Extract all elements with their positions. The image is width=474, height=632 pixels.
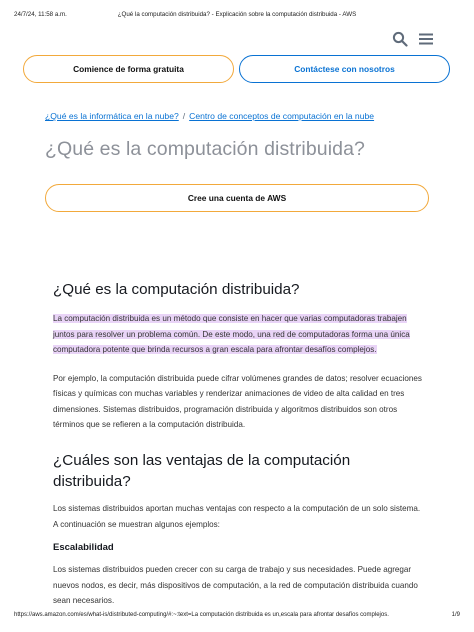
breadcrumb-separator: /	[182, 111, 186, 121]
breadcrumb-concepts-center[interactable]: Centro de conceptos de computación en la…	[189, 111, 374, 121]
section-what-is: ¿Qué es la computación distribuida? La c…	[53, 279, 423, 433]
scalability-paragraph: Los sistemas distribuidos pueden crecer …	[53, 565, 418, 605]
example-paragraph: Por ejemplo, la computación distribuida …	[53, 373, 422, 430]
benefits-intro-paragraph: Los sistemas distribuidos aportan muchas…	[53, 504, 421, 529]
topbar-icons	[392, 31, 434, 47]
cta-row: Comience de forma gratuita Contáctese co…	[23, 55, 450, 85]
print-page-title: ¿Qué la computación distribuida? - Expli…	[117, 11, 357, 18]
breadcrumb-cloud-computing[interactable]: ¿Qué es la informática en la nube?	[45, 111, 179, 121]
definition-paragraph: La computación distribuida es un método …	[53, 311, 423, 358]
start-free-button[interactable]: Comience de forma gratuita	[23, 55, 234, 83]
page-title: ¿Qué es la computación distribuida?	[45, 138, 366, 160]
contact-us-button[interactable]: Contáctese con nosotros	[239, 55, 450, 83]
subheading-scalability: Escalabilidad	[53, 542, 114, 553]
highlighted-definition: La computación distribuida es un método …	[53, 314, 410, 354]
hamburger-menu-icon[interactable]	[418, 31, 434, 47]
create-aws-account-button[interactable]: Cree una cuenta de AWS	[45, 184, 429, 212]
section-heading-benefits: ¿Cuáles son las ventajas de la computaci…	[53, 452, 351, 490]
section-benefits: ¿Cuáles son las ventajas de la computaci…	[53, 450, 423, 609]
section-heading-what-is: ¿Qué es la computación distribuida?	[53, 281, 300, 298]
print-header: 24/7/24, 11:58 a.m. ¿Qué la computación …	[14, 11, 460, 23]
search-icon[interactable]	[392, 31, 408, 47]
print-footer: https://aws.amazon.com/es/what-is/distri…	[14, 612, 460, 622]
breadcrumb: ¿Qué es la informática en la nube? / Centr…	[45, 111, 374, 121]
print-page-number: 1/9	[451, 612, 460, 618]
print-url: https://aws.amazon.com/es/what-is/distri…	[14, 612, 389, 618]
